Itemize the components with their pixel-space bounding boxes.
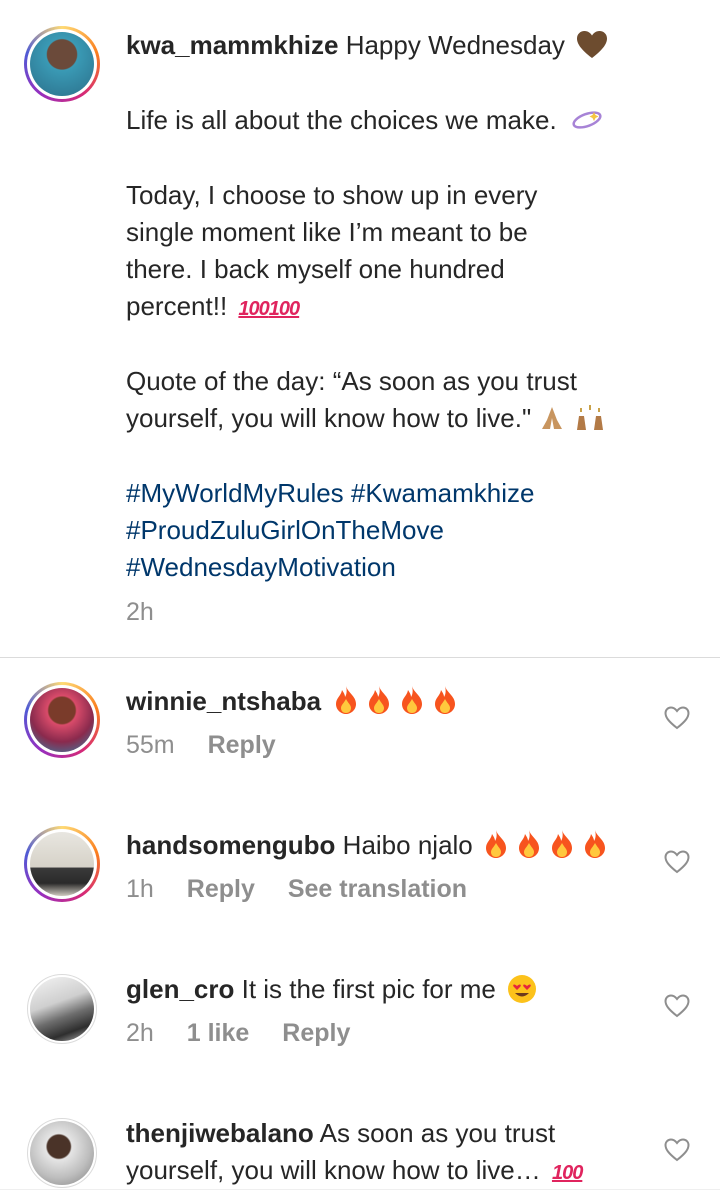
caption-meta: 2h bbox=[126, 598, 180, 627]
raising-hands-icon bbox=[576, 405, 603, 430]
comment-text: handsomengubo Haibo njalo bbox=[126, 827, 616, 864]
dizzy-icon bbox=[572, 111, 602, 129]
fire-icon bbox=[435, 686, 456, 714]
comment-meta: 1h Reply See translation bbox=[126, 875, 493, 904]
caption-line-3: Today, I choose to show up in every bbox=[126, 180, 538, 210]
caption-hashtags-line-1: #MyWorldMyRules #Kwamamkhize bbox=[126, 475, 534, 512]
heart-outline-icon[interactable] bbox=[664, 994, 690, 1018]
comment-text: winnie_ntshaba bbox=[126, 683, 466, 720]
comment-username[interactable]: winnie_ntshaba bbox=[126, 686, 321, 716]
comment-username[interactable]: thenjiwebalano bbox=[126, 1118, 314, 1148]
post-caption: kwa_mammkhize Happy Wednesday Life is al… bbox=[0, 0, 720, 657]
folded-hands-icon bbox=[542, 407, 563, 429]
caption-line-4: single moment like I’m meant to be bbox=[126, 217, 528, 247]
hundred-icon: 100 bbox=[238, 298, 269, 320]
likes-count[interactable]: 1 like bbox=[187, 1019, 250, 1047]
caption-text: Happy Wednesday bbox=[345, 30, 565, 60]
fire-icon bbox=[369, 686, 390, 714]
hashtag-link[interactable]: #WednesdayMotivation bbox=[126, 552, 396, 582]
fire-icon bbox=[336, 686, 357, 714]
bottom-divider bbox=[0, 1189, 720, 1190]
brown-heart-icon bbox=[577, 31, 608, 58]
divider bbox=[0, 657, 720, 658]
comment-body: Haibo njalo bbox=[342, 830, 473, 860]
comment-avatar[interactable] bbox=[27, 1118, 97, 1188]
hashtag-link[interactable]: #ProudZuluGirlOnTheMove bbox=[126, 515, 444, 545]
comment-meta: 55m Reply bbox=[126, 731, 302, 760]
comment-meta: 2h 1 like Reply bbox=[126, 1019, 376, 1048]
comment-text-line-2: yourself, you will know how to live… 100 bbox=[126, 1152, 583, 1192]
comment-timestamp: 1h bbox=[126, 875, 154, 903]
heart-eyes-icon bbox=[508, 975, 537, 1003]
comment-timestamp: 55m bbox=[126, 731, 175, 759]
comment-avatar[interactable] bbox=[24, 682, 100, 758]
caption-timestamp: 2h bbox=[126, 598, 154, 626]
see-translation-button[interactable]: See translation bbox=[288, 875, 467, 903]
heart-outline-icon[interactable] bbox=[664, 1138, 690, 1162]
caption-hashtags-line-3: #WednesdayMotivation bbox=[126, 549, 396, 586]
reply-button[interactable]: Reply bbox=[282, 1019, 350, 1047]
reply-button[interactable]: Reply bbox=[187, 875, 255, 903]
comment-body: yourself, you will know how to live… bbox=[126, 1155, 541, 1185]
caption-line-7: Quote of the day: “As soon as you trust bbox=[126, 366, 577, 396]
comment-username[interactable]: glen_cro bbox=[126, 974, 234, 1004]
caption-avatar[interactable] bbox=[24, 26, 100, 102]
comment-body: It is the first pic for me bbox=[241, 974, 496, 1004]
reply-button[interactable]: Reply bbox=[208, 731, 276, 759]
hundred-icon: 100 bbox=[268, 298, 300, 320]
comment-avatar[interactable] bbox=[24, 826, 100, 902]
caption-line-8: yourself, you will know how to live." bbox=[126, 400, 606, 437]
caption-hashtags-line-2: #ProudZuluGirlOnTheMove bbox=[126, 512, 444, 549]
hundred-icon: 100 bbox=[551, 1162, 583, 1184]
caption-username[interactable]: kwa_mammkhize bbox=[126, 30, 338, 60]
comment-timestamp: 2h bbox=[126, 1019, 154, 1047]
caption-line-5: there. I back myself one hundred bbox=[126, 254, 505, 284]
fire-icon bbox=[585, 830, 605, 858]
hashtag-link[interactable]: #Kwamamkhize bbox=[351, 478, 535, 508]
hashtag-link[interactable]: #MyWorldMyRules bbox=[126, 478, 344, 508]
fire-icon bbox=[519, 830, 539, 858]
fire-icon bbox=[486, 830, 506, 858]
caption-first-line: kwa_mammkhize Happy Wednesday bbox=[126, 27, 608, 64]
caption-line-2: Life is all about the choices we make. bbox=[126, 102, 604, 139]
comment-body: As soon as you trust bbox=[319, 1118, 556, 1148]
heart-outline-icon[interactable] bbox=[664, 850, 690, 874]
comment-avatar[interactable] bbox=[27, 974, 97, 1044]
caption-line-6: percent!! 100100 bbox=[126, 291, 300, 321]
fire-icon bbox=[402, 686, 423, 714]
comment-text: glen_cro It is the first pic for me bbox=[126, 971, 537, 1008]
comment-text: thenjiwebalano As soon as you trust bbox=[126, 1115, 555, 1152]
fire-icon bbox=[552, 830, 572, 858]
heart-outline-icon[interactable] bbox=[664, 706, 690, 730]
comment-username[interactable]: handsomengubo bbox=[126, 830, 335, 860]
